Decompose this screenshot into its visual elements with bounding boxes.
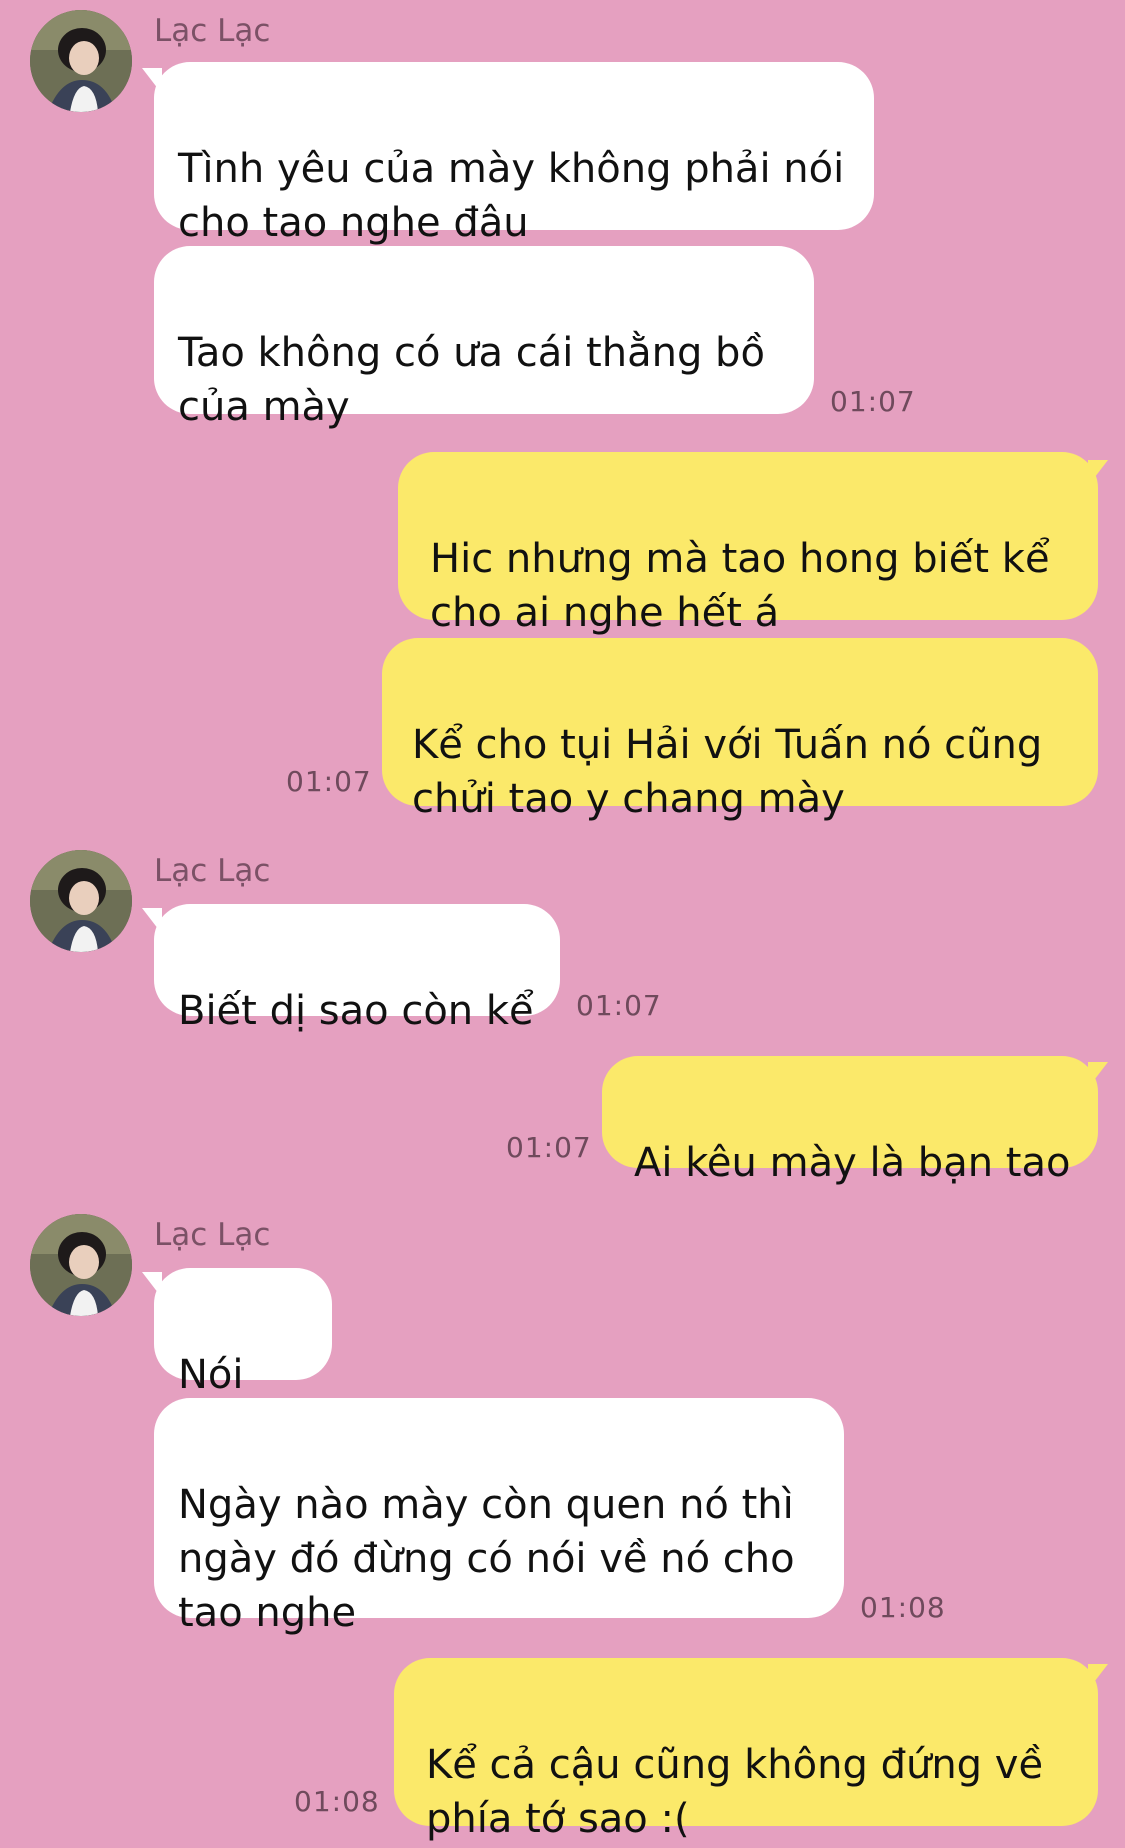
contact-name: Lạc Lạc xyxy=(154,853,271,889)
contact-avatar[interactable] xyxy=(30,10,132,112)
message-timestamp: 01:07 xyxy=(506,1131,592,1164)
message-text: Kể cả cậu cũng không đứng về phía tớ sao… xyxy=(426,1742,1044,1842)
message-text: Ai kêu mày là bạn tao xyxy=(634,1140,1071,1186)
avatar-photo xyxy=(30,850,132,952)
message-timestamp: 01:07 xyxy=(576,989,662,1022)
message-bubble[interactable]: Hic nhưng mà tao hong biết kể cho ai ngh… xyxy=(398,452,1098,636)
avatar-photo xyxy=(30,10,132,112)
message-bubble[interactable]: Kể cả cậu cũng không đứng về phía tớ sao… xyxy=(394,1658,1098,1842)
message-bubble[interactable]: Tình yêu của mày không phải nói cho tao … xyxy=(154,62,874,301)
message-text: Tao không có ưa cái thằng bồ của mày xyxy=(178,330,765,430)
message-text: Tình yêu của mày không phải nói cho tao … xyxy=(178,146,845,246)
message-text: Biết dị sao còn kể xyxy=(178,988,534,1034)
contact-avatar[interactable] xyxy=(30,850,132,952)
message-bubble[interactable]: Nói rồi xyxy=(154,1268,332,1452)
message-timestamp: 01:08 xyxy=(860,1591,946,1624)
message-bubble[interactable]: Ngày nào mày còn quen nó thì ngày đó đừn… xyxy=(154,1398,844,1636)
message-timestamp: 01:08 xyxy=(294,1785,380,1818)
contact-name: Lạc Lạc xyxy=(154,13,271,49)
message-text: Kể cho tụi Hải với Tuấn nó cũng chửi tao… xyxy=(412,722,1043,822)
message-bubble[interactable]: Kể cho tụi Hải với Tuấn nó cũng chửi tao… xyxy=(382,638,1098,822)
message-timestamp: 01:07 xyxy=(286,765,372,798)
message-timestamp: 01:07 xyxy=(830,385,916,418)
avatar-photo xyxy=(30,1214,132,1316)
message-bubble[interactable]: Biết dị sao còn kể xyxy=(154,904,560,1034)
message-bubble[interactable]: Tao không có ưa cái thằng bồ của mày xyxy=(154,246,814,430)
message-text: Hic nhưng mà tao hong biết kể cho ai ngh… xyxy=(430,536,1050,636)
contact-name: Lạc Lạc xyxy=(154,1217,271,1253)
message-bubble[interactable]: Ai kêu mày là bạn tao xyxy=(602,1056,1098,1186)
contact-avatar[interactable] xyxy=(30,1214,132,1316)
message-text: Ngày nào mày còn quen nó thì ngày đó đừn… xyxy=(178,1482,795,1636)
